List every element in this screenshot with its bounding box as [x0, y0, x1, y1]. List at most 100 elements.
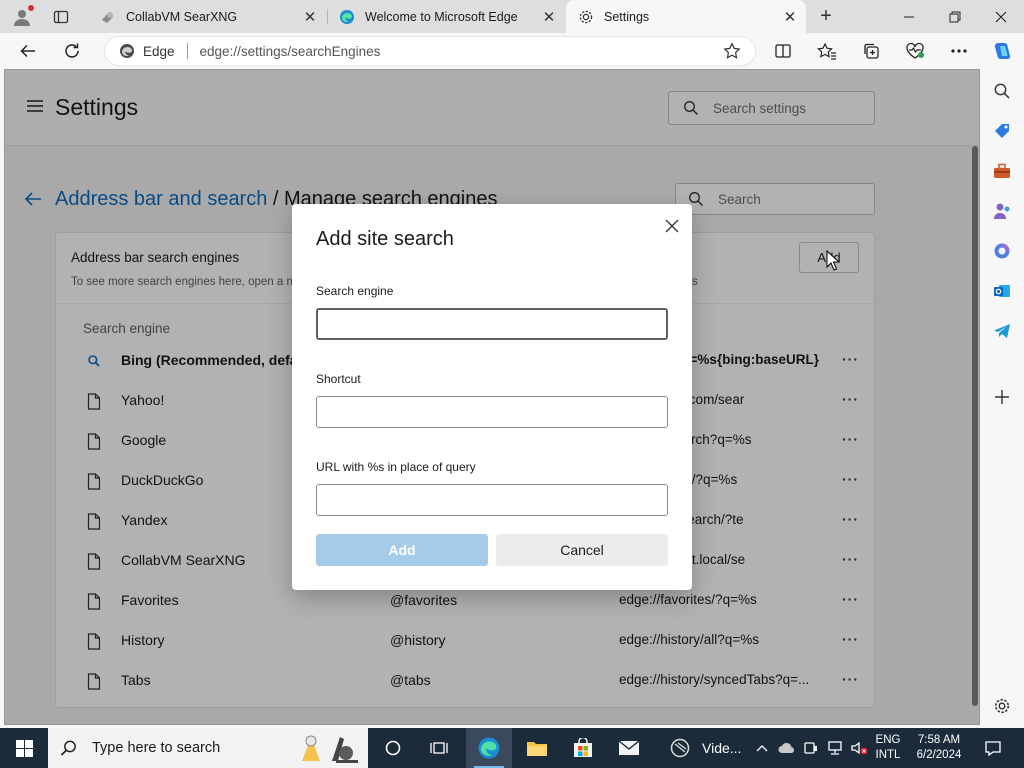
- outlook-icon: [994, 285, 1010, 297]
- sidebar-add-button[interactable]: [990, 385, 1014, 409]
- refresh-icon: [65, 43, 79, 58]
- search-engine-input[interactable]: [316, 308, 668, 340]
- heart-pulse-icon: [906, 42, 924, 59]
- clapperboard-icon: [670, 738, 690, 758]
- gear-icon: [994, 698, 1010, 714]
- taskbar-search-placeholder: Type here to search: [92, 740, 221, 756]
- address-bar[interactable]: Edge edge://settings/searchEngines: [104, 36, 756, 66]
- start-button[interactable]: [0, 728, 48, 768]
- minimize-button[interactable]: [886, 0, 932, 33]
- split-screen-button[interactable]: [768, 37, 798, 65]
- close-tab-icon[interactable]: ✕: [300, 7, 320, 27]
- taskbar-search-box[interactable]: Type here to search: [48, 728, 368, 768]
- restore-button[interactable]: [932, 0, 978, 33]
- volume-tray-button[interactable]: [848, 728, 870, 768]
- cortana-circle-icon: [385, 740, 401, 756]
- lang-line1: ENG: [875, 734, 901, 746]
- dialog-close-button[interactable]: [660, 214, 684, 238]
- tray-device-button[interactable]: [800, 728, 822, 768]
- sidebar-settings-button[interactable]: [990, 694, 1014, 718]
- tab-settings[interactable]: Settings ✕: [566, 0, 806, 33]
- taskbar-mail-button[interactable]: [606, 728, 652, 768]
- action-center-button[interactable]: [978, 728, 1008, 768]
- sidebar-shopping-button[interactable]: [990, 119, 1014, 143]
- lang-line2: INTL: [875, 749, 901, 761]
- tab-title: Welcome to Microsoft Edge: [365, 9, 518, 24]
- folder-icon: [527, 742, 547, 756]
- plus-icon: [995, 390, 1009, 404]
- close-icon: [665, 219, 679, 233]
- sidebar-outlook-button[interactable]: [990, 279, 1014, 303]
- url-input[interactable]: [316, 484, 668, 516]
- tab-collabvm-searxng[interactable]: CollabVM SearXNG ✕: [88, 0, 326, 33]
- collections-button[interactable]: [856, 37, 886, 65]
- sidebar-search-button[interactable]: [990, 79, 1014, 103]
- settings-and-more-button[interactable]: [944, 37, 974, 65]
- tab-actions-button[interactable]: [44, 0, 78, 33]
- browser-essentials-button[interactable]: [900, 37, 930, 65]
- sidebar-games-button[interactable]: [990, 199, 1014, 223]
- notification-icon: [985, 741, 1001, 756]
- sidebar-tools-button[interactable]: [990, 159, 1014, 183]
- profile-button[interactable]: [0, 0, 44, 33]
- searxng-favicon-icon: [100, 9, 116, 25]
- edge-favicon-icon: [339, 9, 355, 25]
- copilot-button[interactable]: [988, 37, 1018, 65]
- clock-time: 7:58 AM: [917, 734, 961, 746]
- windows-taskbar: Type here to search Vide... ENG INTL 7:5…: [0, 728, 1024, 768]
- back-arrow-icon: [20, 44, 35, 58]
- taskbar-file-explorer-button[interactable]: [514, 728, 560, 768]
- site-identity-label: Edge: [143, 43, 175, 59]
- cortana-button[interactable]: [370, 728, 416, 768]
- page-scrollbar[interactable]: [972, 146, 978, 706]
- show-hidden-icons-button[interactable]: [752, 728, 772, 768]
- people-icon: [994, 203, 1010, 219]
- clock-date: 6/2/2024: [916, 749, 962, 761]
- notification-dot: [28, 5, 34, 11]
- favorite-star-icon[interactable]: [723, 42, 741, 60]
- taskbar-video-label[interactable]: Vide...: [702, 728, 752, 768]
- edge-logo-icon: [120, 44, 134, 58]
- science-lab-icon: [302, 735, 358, 763]
- onedrive-tray-button[interactable]: [776, 728, 798, 768]
- taskbar-edge-button[interactable]: [466, 728, 512, 768]
- cancel-button[interactable]: Cancel: [496, 534, 668, 566]
- back-button[interactable]: [12, 35, 44, 67]
- mouse-cursor-icon: [826, 250, 840, 271]
- input-language-indicator[interactable]: ENG INTL: [868, 733, 908, 763]
- shopping-tag-icon: [995, 124, 1009, 138]
- add-button[interactable]: Add: [316, 534, 488, 566]
- chevron-up-icon: [756, 745, 768, 752]
- sidebar-telegram-button[interactable]: [990, 319, 1014, 343]
- taskbar-video-app-icon-button[interactable]: [660, 728, 700, 768]
- split-screen-icon: [775, 44, 791, 58]
- sidebar-office-button[interactable]: [990, 239, 1014, 263]
- close-window-button[interactable]: [978, 0, 1024, 33]
- address-divider: [186, 43, 188, 59]
- refresh-button[interactable]: [56, 35, 88, 67]
- toolbox-icon: [994, 163, 1010, 178]
- favorites-button[interactable]: [812, 37, 842, 65]
- task-view-icon: [430, 742, 448, 754]
- url-text[interactable]: edge://settings/searchEngines: [200, 44, 723, 59]
- network-tray-button[interactable]: [824, 728, 846, 768]
- volume-muted-icon: [851, 741, 868, 755]
- add-site-search-dialog: Add site search Search engine Shortcut U…: [292, 204, 692, 590]
- new-tab-button[interactable]: +: [812, 4, 840, 29]
- close-tab-icon[interactable]: ✕: [539, 7, 559, 27]
- device-icon: [804, 742, 817, 754]
- title-bar: CollabVM SearXNG ✕ Welcome to Microsoft …: [0, 0, 1024, 33]
- minimize-icon: [904, 16, 914, 17]
- shortcut-input[interactable]: [316, 396, 668, 428]
- collections-icon: [864, 43, 879, 59]
- tab-welcome-edge[interactable]: Welcome to Microsoft Edge ✕: [327, 0, 565, 33]
- close-tab-icon[interactable]: ✕: [780, 7, 800, 27]
- shortcut-label: Shortcut: [316, 372, 361, 386]
- edge-sidebar: [980, 69, 1024, 728]
- tab-title: CollabVM SearXNG: [126, 9, 238, 24]
- browser-toolbar: Edge edge://settings/searchEngines: [0, 33, 1024, 69]
- task-view-button[interactable]: [416, 728, 462, 768]
- more-icon: [951, 49, 967, 53]
- system-clock[interactable]: 7:58 AM 6/2/2024: [904, 733, 974, 763]
- taskbar-store-button[interactable]: [560, 728, 606, 768]
